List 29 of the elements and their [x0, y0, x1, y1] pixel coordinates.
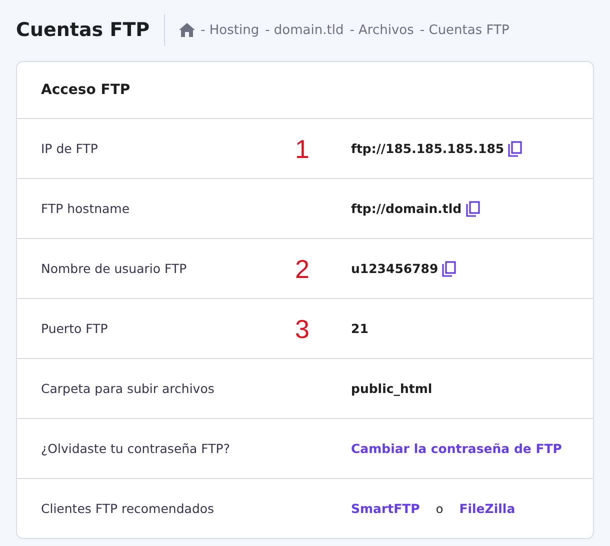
row-label: Carpeta para subir archivos [41, 381, 216, 396]
row-label: Nombre de usuario FTP [41, 261, 188, 276]
breadcrumb-link[interactable]: - Cuentas FTP [420, 22, 510, 38]
copy-icon[interactable] [466, 200, 480, 216]
breadcrumb-link[interactable]: - domain.tld [265, 22, 344, 38]
row-value: u123456789 [351, 261, 438, 276]
row-label: Puerto FTP [41, 321, 109, 336]
copy-icon[interactable] [442, 260, 456, 276]
annotation-number: 3 [295, 314, 310, 344]
row-value: ftp://domain.tld [351, 201, 462, 216]
link[interactable]: Cambiar la contraseña de FTP [351, 441, 562, 456]
copy-icon[interactable] [508, 140, 522, 156]
row-label: FTP hostname [41, 201, 131, 216]
home-icon[interactable] [178, 23, 195, 37]
link[interactable]: SmartFTP [351, 501, 420, 516]
link[interactable]: FileZilla [459, 501, 516, 516]
row-value: public_html [351, 381, 432, 396]
row-label: ¿Olvidaste tu contraseña FTP? [41, 441, 231, 456]
separator-text: o [436, 502, 444, 516]
breadcrumb-link[interactable]: - Archivos [350, 22, 414, 38]
card-title: Acceso FTP [17, 62, 593, 119]
row-value: 21 [351, 321, 368, 336]
annotation-number: 2 [295, 254, 310, 284]
annotation-number: 1 [295, 134, 310, 164]
row-value: ftp://185.185.185.185 [351, 141, 504, 156]
breadcrumb-link[interactable]: - Hosting [200, 22, 260, 38]
row-label: Clientes FTP recomendados [41, 501, 216, 516]
page-title: Cuentas FTP [16, 14, 165, 46]
row-label: IP de FTP [41, 141, 99, 156]
